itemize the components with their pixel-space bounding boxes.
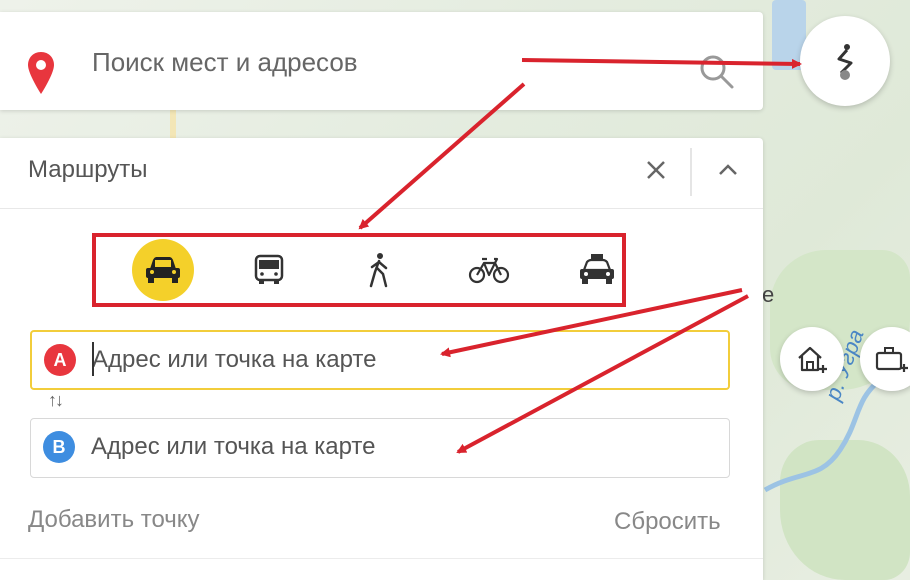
- point-b-field[interactable]: B: [30, 418, 730, 478]
- search-bar[interactable]: Поиск мест и адресов: [0, 12, 763, 110]
- route-icon: [837, 44, 853, 80]
- point-b-badge: B: [43, 431, 75, 463]
- point-a-badge: A: [44, 344, 76, 376]
- annotation-highlight-box: [92, 233, 626, 307]
- divider: [690, 148, 692, 196]
- text-caret: [92, 342, 94, 376]
- swap-points-icon[interactable]: ↑↓: [48, 390, 80, 416]
- add-point-link[interactable]: Добавить точку: [28, 506, 200, 534]
- divider: [0, 558, 763, 559]
- point-b-input[interactable]: [89, 419, 711, 475]
- search-icon[interactable]: [697, 52, 737, 92]
- divider: [0, 208, 763, 209]
- location-pin-icon: [28, 52, 54, 94]
- panel-title: Маршруты: [28, 156, 148, 183]
- map-place-label: е: [762, 282, 775, 307]
- point-a-field[interactable]: A: [30, 330, 730, 390]
- close-icon[interactable]: [640, 154, 672, 186]
- point-a-input[interactable]: [90, 332, 712, 388]
- briefcase-add-icon: [875, 347, 908, 372]
- home-add-icon: [798, 346, 827, 373]
- reset-link[interactable]: Сбросить: [614, 508, 721, 536]
- search-input[interactable]: Поиск мест и адресов: [92, 46, 358, 78]
- home-button[interactable]: [780, 327, 844, 391]
- chevron-up-icon[interactable]: [712, 154, 744, 186]
- routes-button[interactable]: [800, 16, 890, 106]
- routes-panel: Маршруты A Адрес или точка на карте ↑↓ B…: [0, 138, 763, 580]
